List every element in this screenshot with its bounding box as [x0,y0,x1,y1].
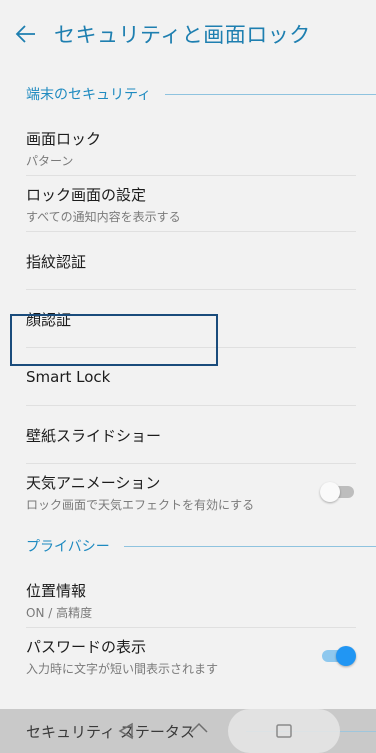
toggle-thumb [336,646,356,666]
show-passwords-toggle[interactable] [320,646,356,666]
weather-animation-toggle[interactable] [320,482,356,502]
item-title: 指紋認証 [26,252,87,271]
section-title: プライバシー [26,539,110,555]
section-title: 端末のセキュリティ [26,87,152,103]
screen-lock-item[interactable]: 画面ロック パターン [0,120,376,176]
lock-screen-settings-item[interactable]: ロック画面の設定 すべての通知内容を表示する [0,176,376,232]
section-privacy: プライバシー [0,520,376,572]
item-subtitle: ロック画面で天気エフェクトを有効にする [26,497,255,512]
location-item[interactable]: 位置情報 ON / 高精度 [0,572,376,628]
weather-animation-item[interactable]: 天気アニメーション ロック画面で天気エフェクトを有効にする [0,464,376,520]
back-arrow-icon[interactable] [12,20,40,48]
item-title: Smart Lock [26,368,111,386]
wallpaper-slideshow-item[interactable]: 壁紙スライドショー [0,406,376,464]
fingerprint-item[interactable]: 指紋認証 [0,232,376,290]
item-title: ロック画面の設定 [26,185,147,204]
app-bar: セキュリティと画面ロック [0,0,376,68]
navigation-bar [0,709,376,753]
section-divider [165,93,376,95]
page-title: セキュリティと画面ロック [54,23,311,47]
nav-recents-icon[interactable] [270,717,298,745]
item-title: パスワードの表示 [26,637,147,656]
item-subtitle: すべての通知内容を表示する [26,209,181,224]
nav-back-icon[interactable] [112,717,140,745]
item-title: 壁紙スライドショー [26,426,162,445]
item-title: 画面ロック [26,129,102,148]
item-title: 位置情報 [26,581,87,600]
item-subtitle: 入力時に文字が短い間表示されます [26,661,219,676]
bottom-area: セキュリティ ステータス [0,709,376,753]
item-subtitle: ON / 高精度 [26,605,93,620]
item-subtitle: パターン [26,153,74,168]
nav-home-icon[interactable] [185,717,213,745]
focus-highlight [10,314,218,366]
toggle-thumb [320,482,340,502]
section-divider [123,545,376,547]
item-title: 天気アニメーション [26,473,161,492]
section-device-security: 端末のセキュリティ [0,68,376,120]
show-passwords-item[interactable]: パスワードの表示 入力時に文字が短い間表示されます [0,628,376,684]
